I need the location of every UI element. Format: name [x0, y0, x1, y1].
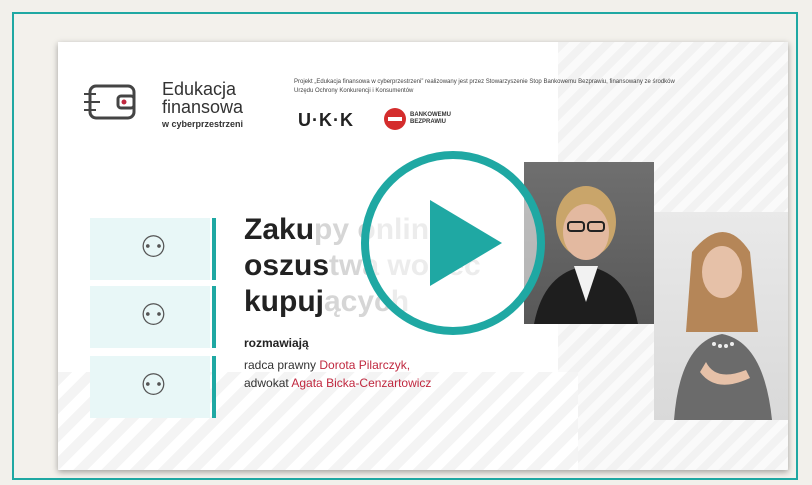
accent-bar: [212, 356, 216, 418]
speaker-line: adwokat Agata Bicka-Cenzartowicz: [244, 376, 431, 390]
speaker-role: adwokat: [244, 376, 292, 390]
accent-bar: [212, 218, 216, 280]
people-icon-box: ⚇: [90, 218, 210, 280]
portrait-illustration: [674, 232, 772, 420]
talk-label: rozmawiają: [244, 336, 309, 350]
speaker-name: Dorota Pilarczyk,: [319, 358, 411, 372]
people-group-icon: ⚇: [140, 231, 167, 264]
brand-title: Edukacja: [162, 79, 237, 99]
people-group-icon: ⚇: [140, 369, 167, 402]
brand-subtitle: w cyberprzestrzeni: [162, 119, 244, 129]
speaker-name: Agata Bicka-Cenzartowicz: [291, 376, 432, 390]
accent-bar: [212, 286, 216, 348]
project-note: Projekt „Edukacja finansowa w cyberprzes…: [294, 79, 675, 94]
title-text: oszus: [244, 249, 330, 282]
people-icon-box: ⚇: [90, 286, 210, 348]
speaker-photo: [654, 212, 788, 420]
wallet-logo-icon: [84, 84, 136, 120]
uokik-logo: U·K·K: [298, 110, 354, 130]
video-frame: Edukacja finansowa w cyberprzestrzeni Pr…: [12, 12, 798, 480]
people-group-icon: ⚇: [140, 299, 167, 332]
partner-logo-line: BANKOWEMU: [410, 112, 451, 118]
stop-sign-icon: [384, 108, 406, 130]
video-thumbnail[interactable]: Edukacja finansowa w cyberprzestrzeni Pr…: [58, 42, 788, 470]
brand-title: finansowa: [162, 97, 244, 117]
partner-logo-line: BEZPRAWIU: [410, 119, 446, 125]
speaker-line: radca prawny Dorota Pilarczyk,: [244, 358, 410, 372]
title-text: kupuj: [244, 285, 324, 318]
speaker-role: radca prawny: [244, 358, 320, 372]
people-icon-box: ⚇: [90, 356, 210, 418]
partner-logo-text: BANKOWEMU BEZPRAWIU: [410, 112, 470, 126]
play-icon[interactable]: [358, 148, 548, 338]
title-text: Zaku: [244, 213, 315, 246]
